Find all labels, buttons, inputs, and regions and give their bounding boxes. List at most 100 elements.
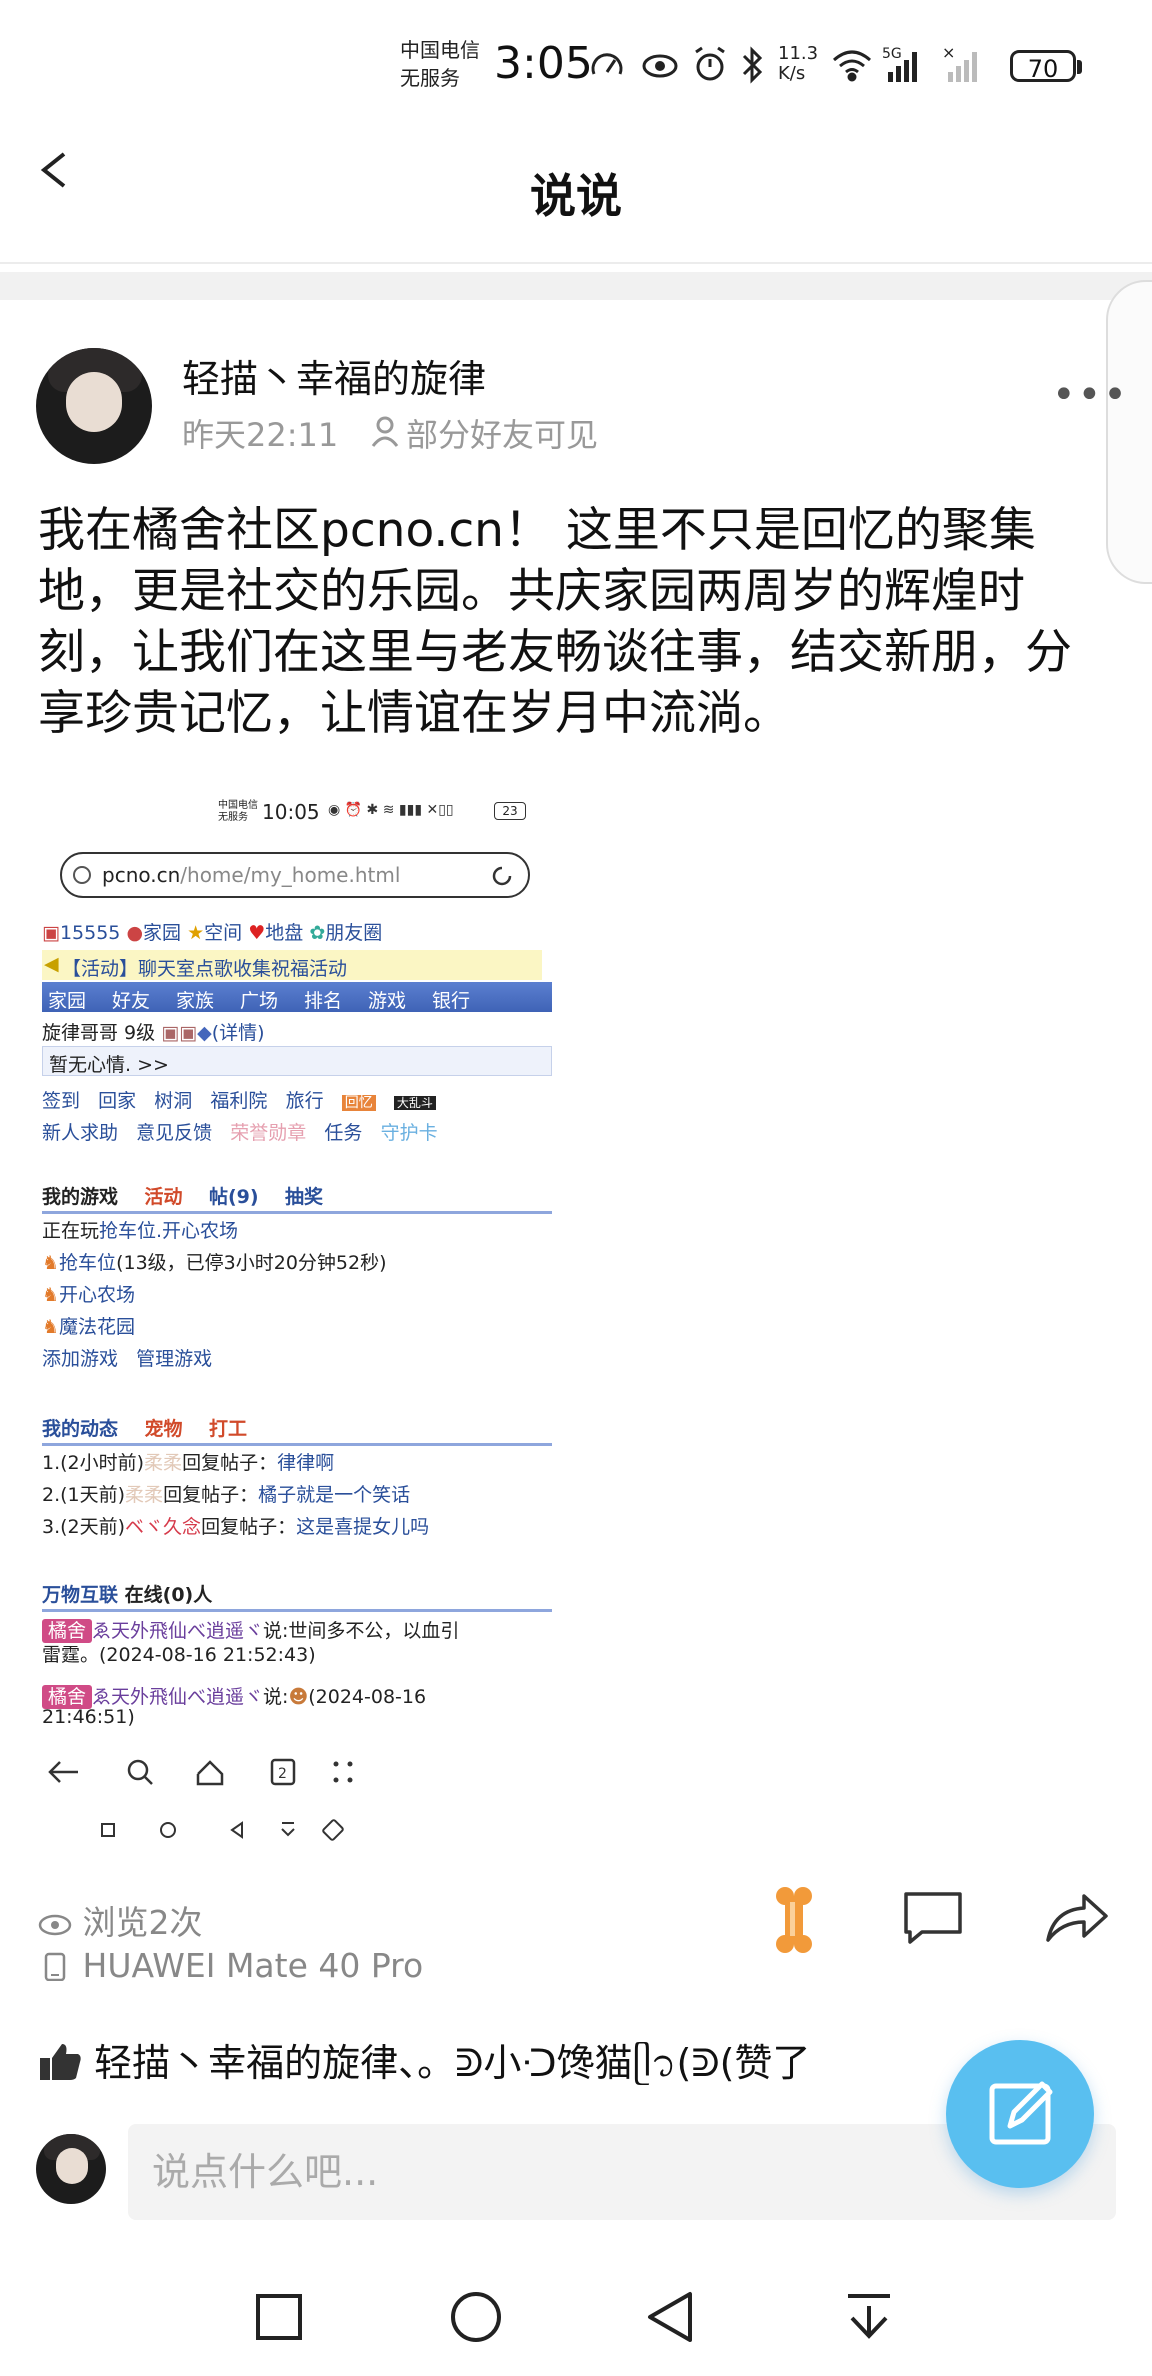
shot-notice-text: 【活动】聊天室点歌收集祝福活动 bbox=[62, 958, 348, 980]
comment-icon[interactable] bbox=[900, 1886, 966, 1952]
thumbs-up-icon bbox=[40, 2044, 81, 2080]
shot-game1: ♞抢车位(13级，已停3小时20分钟52秒) bbox=[42, 1252, 387, 1274]
section-band bbox=[0, 272, 1152, 300]
shot-game2-name: 开心农场 bbox=[59, 1284, 136, 1306]
net-speed-unit: K/s bbox=[778, 63, 806, 84]
post-time: 昨天22:11 bbox=[182, 416, 339, 454]
shot-link-honor: 荣誉勋章 bbox=[230, 1122, 307, 1144]
shot-links-row1: 签到 回家 树洞 福利院 旅行 回忆 大乱斗 bbox=[42, 1086, 436, 1113]
eye-icon bbox=[642, 54, 678, 78]
shot-playing: 正在玩抢车位.开心农场 bbox=[42, 1216, 238, 1243]
shot-dyn-item: 1.(2小时前)柔柔回复帖子：律律啊 bbox=[42, 1448, 334, 1475]
battery-cap bbox=[1077, 60, 1082, 74]
shot-battery: 23 bbox=[494, 802, 526, 820]
shot-link-gohome: 回家 bbox=[98, 1090, 137, 1112]
notification-pull-icon bbox=[848, 2294, 890, 2339]
shot-playing-games: 抢车位.开心农场 bbox=[99, 1220, 239, 1242]
shot-dyn-link: 这是喜提女儿吗 bbox=[296, 1516, 430, 1538]
shot-nav-bar: 家园 好友 家族 广场 排名 游戏 银行 bbox=[42, 982, 552, 1012]
shot-link-welfare: 福利院 bbox=[210, 1090, 268, 1112]
shot-nav-games: 游戏 bbox=[368, 990, 407, 1012]
shot-dyn-divider bbox=[42, 1443, 552, 1446]
post-image[interactable]: 中国电信 无服务 10:05 ◉ ⏰ ✱ ≋ ▮▮▮ ✕▯▯ 23 pcno.c… bbox=[38, 790, 564, 1850]
battery-icon: 70 bbox=[1010, 50, 1076, 83]
share-icon[interactable] bbox=[1044, 1886, 1110, 1952]
shot-search-icon bbox=[127, 1759, 153, 1785]
speed-gauge-icon bbox=[591, 53, 623, 75]
shot-user-level: 旋律哥哥 9级 bbox=[42, 1022, 156, 1044]
shot-reload-icon bbox=[492, 866, 512, 886]
shot-games-tab-lottery: 抽奖 bbox=[285, 1186, 324, 1208]
home-circle-icon bbox=[451, 2292, 501, 2342]
shot-msg2: 橘舍 ゑ天外飛仙べ逍遥ヾ说:☻(2024-08-16 bbox=[42, 1682, 426, 1709]
net-speed-value: 11.3 bbox=[778, 43, 819, 64]
shot-nav-friends: 好友 bbox=[112, 990, 151, 1012]
device-info: HUAWEI Mate 40 Pro bbox=[38, 1946, 423, 1985]
shot-url-host: pcno.cn bbox=[102, 863, 181, 887]
eye-icon bbox=[38, 1914, 72, 1936]
shot-msg-user: ゑ天外飛仙べ逍遥ヾ bbox=[92, 1686, 264, 1708]
shot-rotate-icon bbox=[322, 1819, 344, 1841]
avatar[interactable] bbox=[36, 348, 152, 464]
alarm-icon bbox=[695, 46, 725, 81]
comment-avatar bbox=[36, 2134, 106, 2204]
shot-link-help: 新人求助 bbox=[42, 1122, 119, 1144]
shot-dyn-action: 回复帖子： bbox=[201, 1516, 297, 1538]
shot-iot-title: 万物互联 bbox=[42, 1584, 119, 1606]
shot-iot-online: 在线(0)人 bbox=[124, 1584, 213, 1606]
shot-link-travel: 旅行 bbox=[285, 1090, 324, 1112]
shot-back-arrow-icon bbox=[48, 1761, 78, 1783]
shot-games-tab-posts: 帖(9) bbox=[208, 1186, 259, 1208]
bone-gift-icon[interactable] bbox=[772, 1884, 816, 1956]
shot-msg-text: 说: bbox=[263, 1686, 289, 1708]
shot-status-icons: ◉ ⏰ ✱ ≋ ▮▮▮ ✕▯▯ bbox=[328, 802, 454, 818]
status-icons bbox=[591, 46, 763, 84]
shot-dyn-header: 我的动态 宠物 打工 bbox=[42, 1414, 247, 1441]
shot-mood-bar: 暂无心情. >> bbox=[42, 1046, 552, 1076]
shot-games-divider bbox=[42, 1211, 552, 1214]
shot-badge-brawl: 大乱斗 bbox=[393, 1096, 436, 1110]
compose-button[interactable] bbox=[946, 2040, 1094, 2188]
post-username[interactable]: 轻描丶幸福的旋律 bbox=[182, 348, 486, 403]
recent-apps-icon bbox=[256, 2294, 302, 2340]
post-visibility: 部分好友可见 bbox=[406, 416, 599, 454]
shot-dyn-title: 我的动态 bbox=[42, 1418, 119, 1440]
shot-carrier-service: 无服务 bbox=[218, 812, 248, 823]
shot-link-treehole: 树洞 bbox=[154, 1090, 193, 1112]
shot-dyn-tab-pets: 宠物 bbox=[144, 1418, 183, 1440]
shot-menu-icon bbox=[333, 1761, 353, 1783]
shot-msg-time: (2024-08-16 bbox=[308, 1686, 427, 1708]
5g-signal-icon: 5G bbox=[882, 46, 917, 82]
shot-games-header: 我的游戏 活动 帖(9) 抽奖 bbox=[42, 1182, 323, 1209]
shot-nav-bank: 银行 bbox=[432, 990, 471, 1012]
device-text: HUAWEI Mate 40 Pro bbox=[82, 1946, 424, 1985]
page-title: 说说 bbox=[530, 169, 622, 223]
shot-link-tasks: 任务 bbox=[324, 1122, 363, 1144]
shot-add-game: 添加游戏 bbox=[42, 1348, 119, 1370]
view-count: 浏览2次 bbox=[38, 1896, 203, 1944]
shot-link-points: 15555 bbox=[59, 922, 121, 944]
shot-dyn-user: 柔柔 bbox=[125, 1484, 164, 1506]
shot-dyn-item: 3.(2天前)ベヾ久念回复帖子：这是喜提女儿吗 bbox=[42, 1512, 429, 1539]
shot-dyn-time: 1.(2小时前) bbox=[42, 1452, 145, 1474]
shot-url-path: /home/my_home.html bbox=[180, 863, 401, 887]
shot-link-land: 地盘 bbox=[265, 922, 304, 944]
shot-dyn-tab-work: 打工 bbox=[208, 1418, 247, 1440]
shot-playing-prefix: 正在玩 bbox=[42, 1220, 100, 1242]
shot-link-space: 空间 bbox=[204, 922, 243, 944]
shot-game1-detail: (13级，已停3小时20分钟52秒) bbox=[116, 1252, 387, 1274]
status-bar: 中国电信 无服务 3:05 11.3 K/s 5G × 70 bbox=[0, 0, 1152, 130]
more-options-icon[interactable]: ••• bbox=[1052, 372, 1129, 418]
status-clock: 3:05 bbox=[494, 38, 593, 89]
shot-game1-name: 抢车位 bbox=[59, 1252, 117, 1274]
shot-dyn-action: 回复帖子： bbox=[182, 1452, 278, 1474]
shot-carrier-name: 中国电信 bbox=[218, 800, 258, 811]
shot-notice-bar: ◀ 【活动】聊天室点歌收集祝福活动 bbox=[42, 950, 542, 980]
shot-nav-home: 家园 bbox=[48, 990, 87, 1012]
shot-nav-family: 家族 bbox=[176, 990, 215, 1012]
shot-user-line: 旋律哥哥 9级 ▣▣◆(详情) bbox=[42, 1022, 265, 1044]
shot-iot-header: 万物互联 在线(0)人 bbox=[42, 1580, 212, 1607]
shot-dyn-user: ベヾ久念 bbox=[125, 1516, 202, 1538]
shot-nav-rank: 排名 bbox=[304, 990, 343, 1012]
no-signal-icon: × bbox=[942, 44, 977, 82]
